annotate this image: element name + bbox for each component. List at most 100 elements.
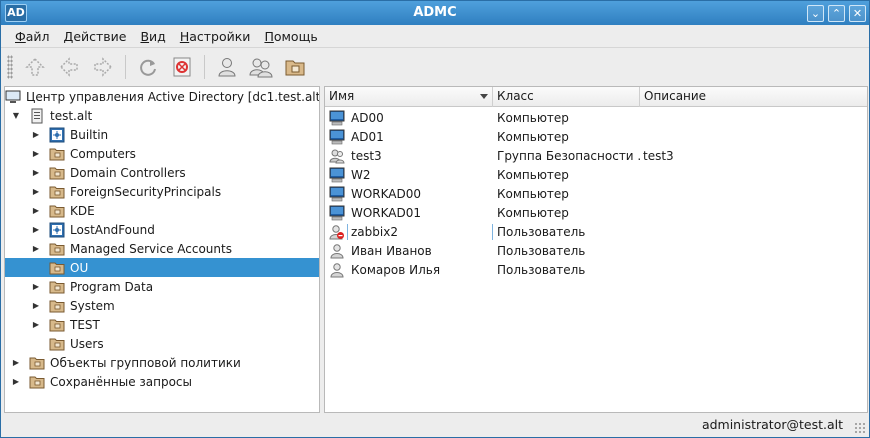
chevron-right-icon[interactable]: ▶ [31,320,41,330]
close-button[interactable]: ✕ [849,5,866,22]
menu-mnemonic: Ф [15,28,26,44]
create-group-button[interactable] [247,53,275,81]
tree-item-program-data[interactable]: ▶ Program Data [5,277,319,296]
tree-item-saved-queries[interactable]: ▶ Сохранённые запросы [5,372,319,391]
tree-item-users[interactable]: Users [5,334,319,353]
chevron-down-icon[interactable]: ▼ [11,111,21,121]
chevron-right-icon[interactable]: ▶ [31,282,41,292]
tree-item-kde[interactable]: ▶ KDE [5,201,319,220]
cell-name: WORKAD00 [351,186,422,201]
title-bar[interactable]: AD ADMC ⌄ ⌃ ✕ [1,1,869,25]
forward-button[interactable] [89,53,117,81]
tree-item-group-policy-objects[interactable]: ▶ Объекты групповой политики [5,353,319,372]
menu-action[interactable]: Действие [57,29,134,44]
folder-icon [49,262,65,274]
tree-item-label: ForeignSecurityPrincipals [70,184,222,199]
chevron-right-icon[interactable]: ▶ [31,168,41,178]
object-list[interactable]: Имя Класс Описание AD00 Компьютер AD01 Комп… [324,86,868,413]
create-ou-button[interactable] [281,53,309,81]
tree-item-foreignsecurityprincipals[interactable]: ▶ ForeignSecurityPrincipals [5,182,319,201]
cell-name: AD00 [351,110,384,125]
menu-bar: Файл Действие Вид Настройки Помощь [1,25,869,47]
tree-item-domain[interactable]: ▼ test.alt [5,106,319,125]
cell-name: Комаров Илья [351,262,441,277]
tree-item-lostandfound[interactable]: ▶ LostAndFound [5,220,319,239]
status-user: administrator@test.alt [701,417,843,432]
table-row[interactable]: AD01 Компьютер [325,127,867,146]
resize-grip-icon[interactable] [854,422,866,434]
table-row[interactable]: AD00 Компьютер [325,108,867,127]
folder-icon [49,319,65,331]
table-row[interactable]: W2 Компьютер [325,165,867,184]
tree-item-label: Program Data [70,279,154,294]
column-header-class[interactable]: Класс [493,87,640,107]
menu-label: айл [25,28,50,44]
container-icon [49,222,65,237]
column-header-name[interactable]: Имя [325,87,493,107]
chevron-right-icon[interactable]: ▶ [31,244,41,254]
container-icon [49,127,65,142]
column-header-description[interactable]: Описание [640,87,867,107]
cell-class: Компьютер [497,110,569,125]
stop-button[interactable] [168,53,196,81]
table-row[interactable]: WORKAD01 Компьютер [325,203,867,222]
tree-item-ou[interactable]: OU [5,258,319,277]
table-row[interactable]: WORKAD00 Компьютер [325,184,867,203]
menu-view[interactable]: Вид [133,29,172,44]
up-button[interactable] [21,53,49,81]
chevron-right-icon[interactable]: ▶ [31,149,41,159]
tree-item-builtin[interactable]: ▶ Builtin [5,125,319,144]
admc-window: AD ADMC ⌄ ⌃ ✕ Файл Действие Вид Настройки По… [0,0,870,438]
menu-settings[interactable]: Настройки [173,29,258,44]
table-header: Имя Класс Описание [325,87,867,107]
folder-icon [49,281,65,293]
chevron-right-icon[interactable]: ▶ [31,187,41,197]
cell-name: zabbix2 [347,223,493,240]
chevron-right-icon[interactable]: ▶ [11,358,21,368]
table-row[interactable]: Комаров Илья Пользователь [325,260,867,279]
folder-icon [29,376,45,388]
back-button[interactable] [55,53,83,81]
tree-item-computers[interactable]: ▶ Computers [5,144,319,163]
sort-down-icon [480,94,488,99]
console-tree[interactable]: Центр управления Active Directory [dc1.t… [4,86,320,413]
table-row[interactable]: test3 Группа Безопасности ... test3 [325,146,867,165]
cell-class: Компьютер [497,129,569,144]
tree-root[interactable]: Центр управления Active Directory [dc1.t… [5,87,319,106]
minimize-button[interactable]: ⌄ [807,5,824,22]
cell-class: Группа Безопасности ... [497,148,640,163]
cell-class: Пользователь [497,243,586,258]
back-icon [59,56,78,77]
toolbar [1,47,869,85]
table-row[interactable]: zabbix2 Пользователь [325,222,867,241]
chevron-right-icon[interactable]: ▶ [31,225,41,235]
chevron-right-icon[interactable]: ▶ [31,130,41,140]
cell-name: Иван Иванов [351,243,432,258]
menu-file[interactable]: Файл [8,29,57,44]
table-row[interactable]: Иван Иванов Пользователь [325,241,867,260]
computer-icon [329,205,345,220]
computer-icon [329,167,345,182]
create-user-button[interactable] [213,53,241,81]
folder-icon [49,167,65,179]
tree-item-domain-controllers[interactable]: ▶ Domain Controllers [5,163,319,182]
menu-help[interactable]: Помощь [257,29,324,44]
tree-item-managed-service-accounts[interactable]: ▶ Managed Service Accounts [5,239,319,258]
menu-mnemonic: П [264,28,274,44]
cell-class: Компьютер [497,205,569,220]
tree-item-system[interactable]: ▶ System [5,296,319,315]
cell-name: test3 [351,148,382,163]
tree-item-label: Managed Service Accounts [70,241,232,256]
refresh-button[interactable] [134,53,162,81]
toolbar-grip[interactable] [7,54,13,79]
tree-item-test[interactable]: ▶ TEST [5,315,319,334]
chevron-right-icon[interactable]: ▶ [31,206,41,216]
maximize-button[interactable]: ⌃ [828,5,845,22]
user-icon [218,57,236,76]
chevron-right-icon[interactable]: ▶ [11,377,21,387]
domain-icon [31,108,43,123]
tree-item-label: OU [70,260,89,275]
chevron-right-icon[interactable]: ▶ [31,301,41,311]
folder-icon [49,300,65,312]
cell-name: AD01 [351,129,384,144]
